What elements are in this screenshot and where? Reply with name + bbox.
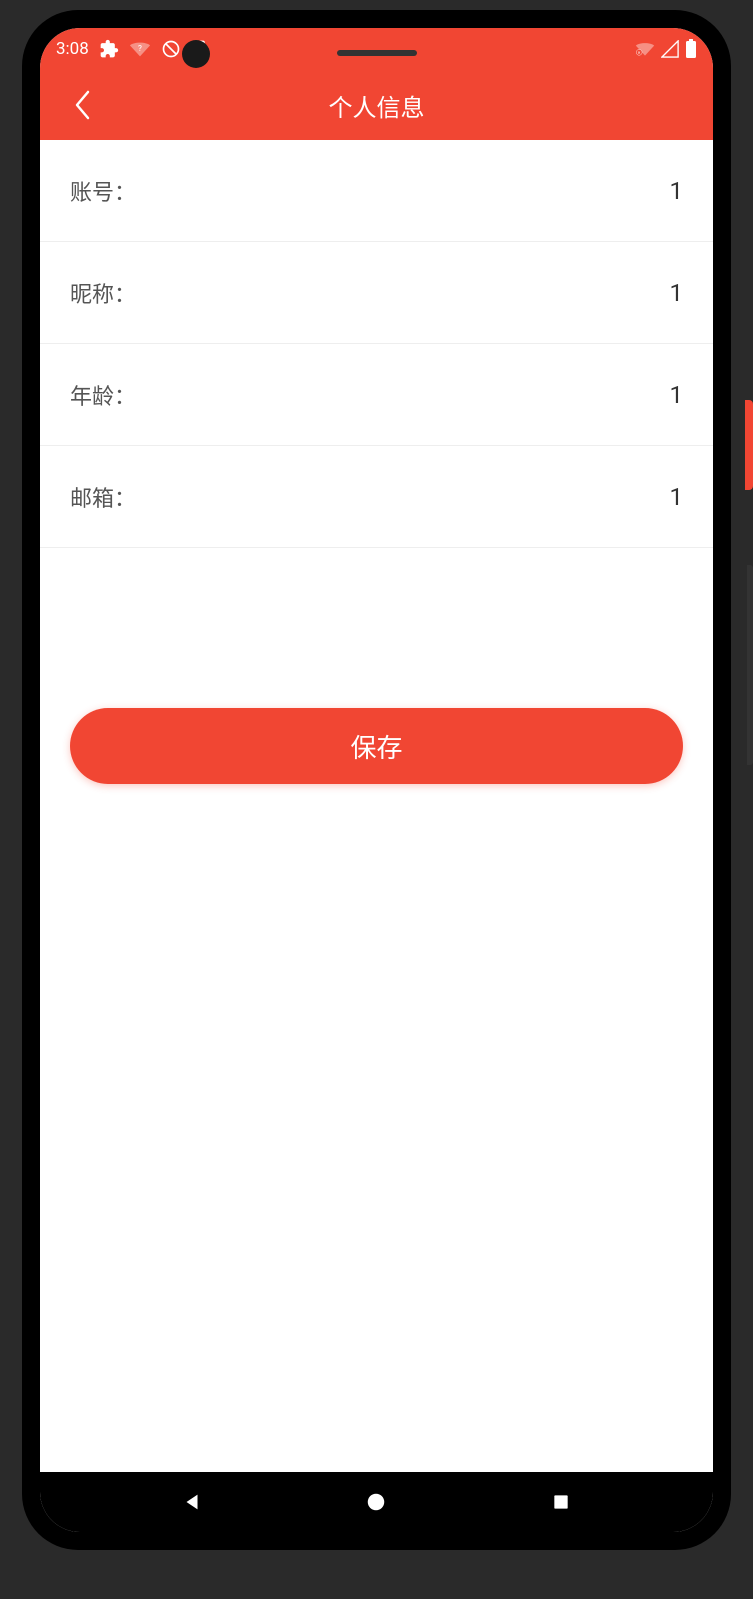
form-row-nickname[interactable]: 昵称： 1 [40, 242, 713, 344]
email-value: 1 [670, 483, 684, 511]
screen: 3:08 ? ✕ [40, 28, 713, 1532]
nickname-label: 昵称： [70, 277, 136, 309]
save-button[interactable]: 保存 [70, 708, 683, 784]
device-frame: 3:08 ? ✕ [22, 10, 731, 1550]
email-label: 邮箱： [70, 481, 136, 513]
svg-text:?: ? [138, 44, 142, 54]
account-value: 1 [670, 177, 684, 205]
battery-icon [685, 39, 697, 59]
status-bar: 3:08 ? ✕ [40, 28, 713, 70]
status-bar-right: ✕ [635, 39, 697, 59]
nav-home-button[interactable] [356, 1482, 396, 1522]
device-volume-button [747, 565, 753, 765]
wifi-warning-icon: ? [129, 39, 151, 59]
account-label: 账号： [70, 175, 136, 207]
triangle-back-icon [181, 1491, 203, 1513]
save-button-label: 保存 [350, 728, 402, 765]
nav-back-button[interactable] [172, 1482, 212, 1522]
device-power-button [745, 400, 753, 490]
back-button[interactable] [60, 83, 104, 127]
form-content: 账号： 1 昵称： 1 年龄： 1 邮箱： 1 [40, 140, 713, 548]
puzzle-icon [99, 39, 119, 59]
form-row-account[interactable]: 账号： 1 [40, 140, 713, 242]
age-label: 年龄： [70, 379, 136, 411]
form-row-email[interactable]: 邮箱： 1 [40, 446, 713, 548]
chevron-left-icon [73, 89, 91, 121]
form-row-age[interactable]: 年龄： 1 [40, 344, 713, 446]
svg-text:✕: ✕ [637, 51, 640, 56]
device-camera [182, 40, 210, 68]
signal-icon [661, 40, 679, 58]
do-not-disturb-icon [161, 39, 181, 59]
device-speaker [337, 50, 417, 56]
page-title: 个人信息 [329, 88, 425, 123]
page-header: 个人信息 [40, 70, 713, 140]
circle-home-icon [365, 1491, 387, 1513]
square-recent-icon [551, 1492, 571, 1512]
nickname-value: 1 [670, 279, 684, 307]
status-time: 3:08 [56, 39, 89, 59]
wifi-off-icon: ✕ [635, 40, 655, 58]
android-nav-bar [40, 1472, 713, 1532]
nav-recent-button[interactable] [541, 1482, 581, 1522]
age-value: 1 [670, 381, 684, 409]
